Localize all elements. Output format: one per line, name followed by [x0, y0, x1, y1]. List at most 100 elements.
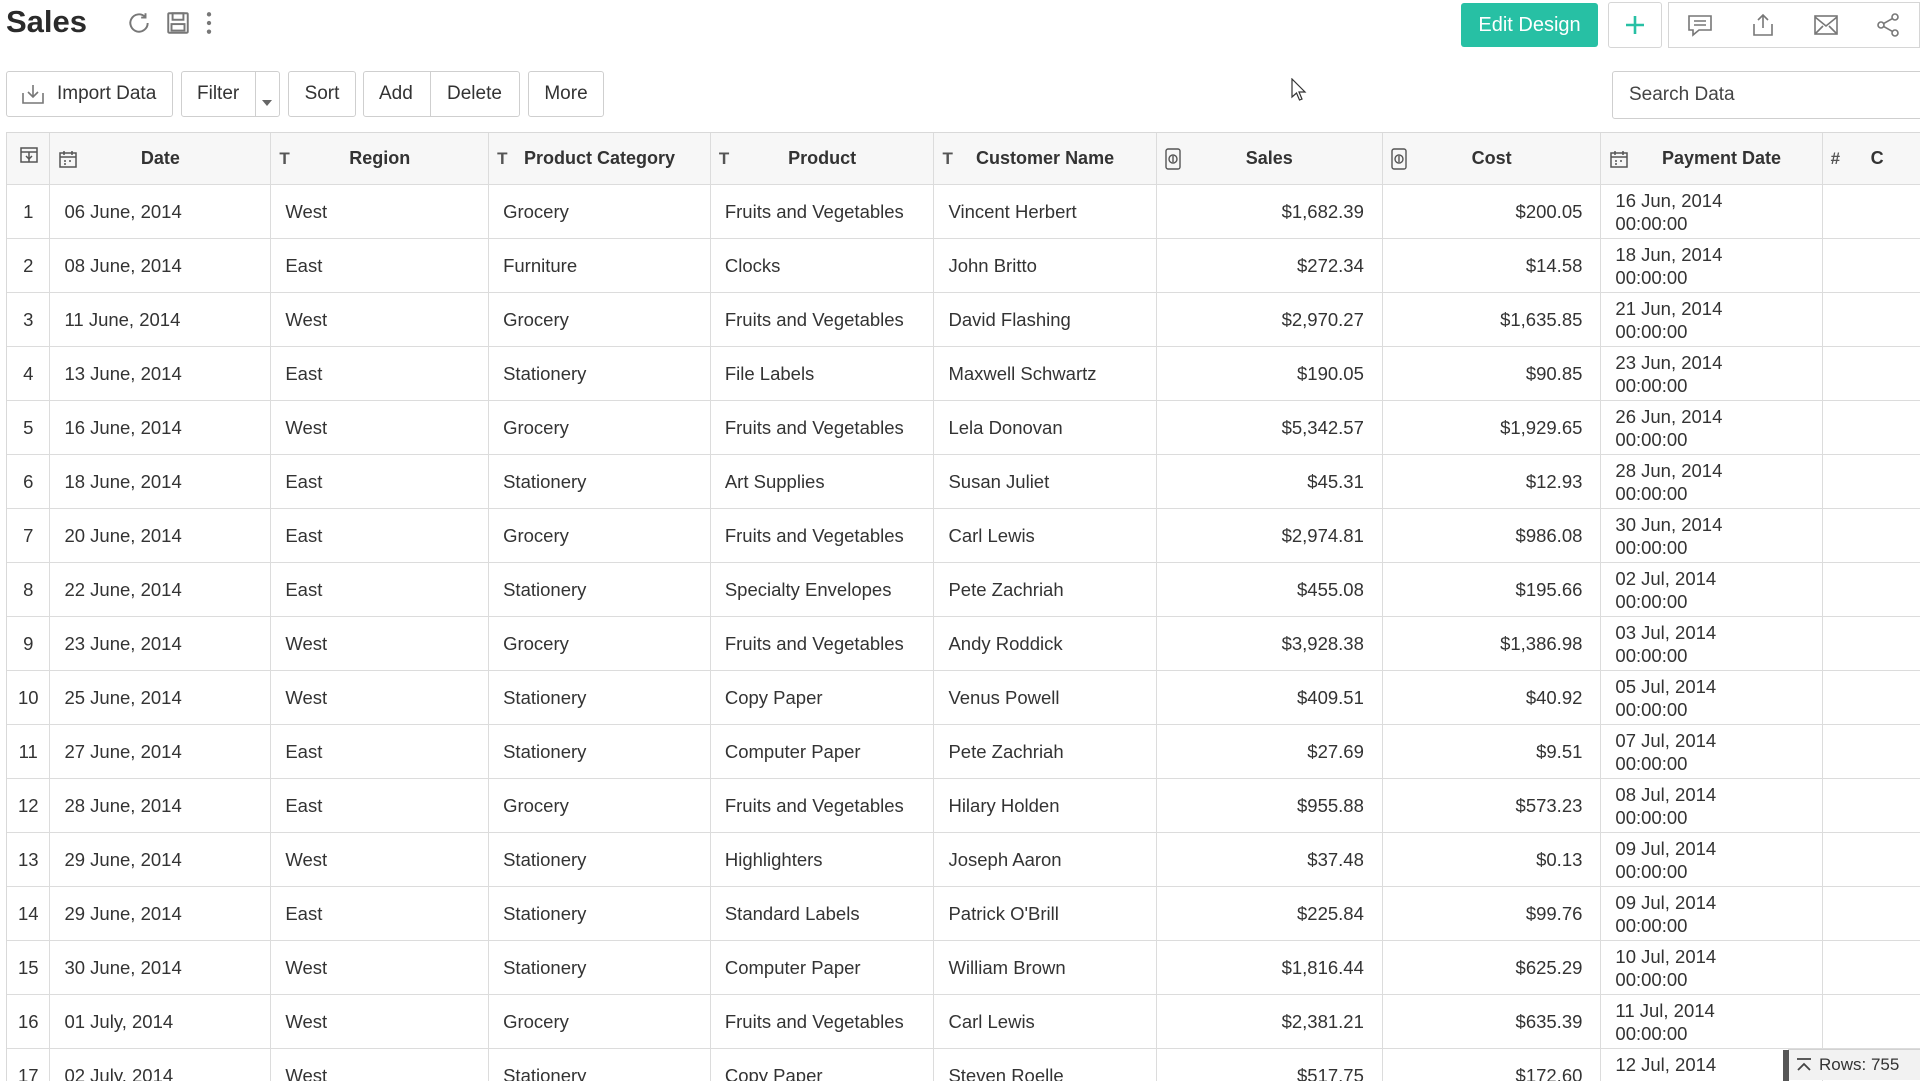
cell-cost[interactable]: $1,929.65	[1382, 401, 1601, 455]
cell-product[interactable]: Copy Paper	[710, 1049, 934, 1081]
table-row[interactable]: 822 June, 2014EastStationerySpecialty En…	[7, 563, 1920, 617]
cell-product-category[interactable]: Grocery	[489, 779, 711, 833]
row-number[interactable]: 2	[7, 239, 50, 293]
column-header-extra[interactable]: # C	[1822, 133, 1920, 185]
cell-product-category[interactable]: Grocery	[489, 617, 711, 671]
cell-extra[interactable]	[1822, 293, 1920, 347]
cell-region[interactable]: East	[271, 239, 489, 293]
cell-region[interactable]: West	[271, 995, 489, 1049]
add-button[interactable]	[1608, 2, 1662, 48]
delete-button[interactable]: Delete	[447, 83, 502, 105]
cell-cost[interactable]: $200.05	[1382, 185, 1601, 239]
row-number[interactable]: 14	[7, 887, 50, 941]
cell-customer-name[interactable]: Vincent Herbert	[934, 185, 1156, 239]
cell-customer-name[interactable]: Pete Zachriah	[934, 563, 1156, 617]
row-number[interactable]: 7	[7, 509, 50, 563]
cell-product[interactable]: Fruits and Vegetables	[710, 995, 934, 1049]
cell-sales[interactable]: $455.08	[1156, 563, 1382, 617]
cell-payment-date[interactable]: 02 Jul, 201400:00:00	[1601, 563, 1822, 617]
cell-date[interactable]: 13 June, 2014	[50, 347, 271, 401]
refresh-icon[interactable]	[124, 8, 154, 38]
cell-sales[interactable]: $225.84	[1156, 887, 1382, 941]
table-row[interactable]: 208 June, 2014EastFurnitureClocksJohn Br…	[7, 239, 1920, 293]
email-button[interactable]	[1794, 2, 1858, 48]
cell-date[interactable]: 22 June, 2014	[50, 563, 271, 617]
cell-cost[interactable]: $99.76	[1382, 887, 1601, 941]
cell-payment-date[interactable]: 21 Jun, 201400:00:00	[1601, 293, 1822, 347]
add-row-button[interactable]: Add	[379, 83, 413, 105]
cell-sales[interactable]: $190.05	[1156, 347, 1382, 401]
cell-product-category[interactable]: Grocery	[489, 509, 711, 563]
row-number[interactable]: 13	[7, 833, 50, 887]
cell-region[interactable]: East	[271, 347, 489, 401]
cell-extra[interactable]	[1822, 455, 1920, 509]
column-header-region[interactable]: T Region	[271, 133, 489, 185]
cell-product-category[interactable]: Stationery	[489, 347, 711, 401]
cell-date[interactable]: 28 June, 2014	[50, 779, 271, 833]
cell-sales[interactable]: $272.34	[1156, 239, 1382, 293]
table-row[interactable]: 1127 June, 2014EastStationeryComputer Pa…	[7, 725, 1920, 779]
cell-product[interactable]: Computer Paper	[710, 941, 934, 995]
cell-sales[interactable]: $2,381.21	[1156, 995, 1382, 1049]
table-row[interactable]: 1530 June, 2014WestStationeryComputer Pa…	[7, 941, 1920, 995]
cell-region[interactable]: East	[271, 725, 489, 779]
cell-date[interactable]: 11 June, 2014	[50, 293, 271, 347]
cell-cost[interactable]: $14.58	[1382, 239, 1601, 293]
cell-date[interactable]: 02 July, 2014	[50, 1049, 271, 1081]
edit-design-button[interactable]: Edit Design	[1461, 3, 1598, 47]
cell-product-category[interactable]: Stationery	[489, 1049, 711, 1081]
table-row[interactable]: 311 June, 2014WestGroceryFruits and Vege…	[7, 293, 1920, 347]
table-row[interactable]: 106 June, 2014WestGroceryFruits and Vege…	[7, 185, 1920, 239]
cell-date[interactable]: 01 July, 2014	[50, 995, 271, 1049]
cell-customer-name[interactable]: Hilary Holden	[934, 779, 1156, 833]
column-header-cost[interactable]: Cost	[1382, 133, 1601, 185]
cell-product[interactable]: Fruits and Vegetables	[710, 401, 934, 455]
cell-cost[interactable]: $573.23	[1382, 779, 1601, 833]
filter-button[interactable]: Filter	[197, 83, 239, 105]
cell-region[interactable]: West	[271, 185, 489, 239]
cell-cost[interactable]: $195.66	[1382, 563, 1601, 617]
cell-cost[interactable]: $40.92	[1382, 671, 1601, 725]
cell-payment-date[interactable]: 07 Jul, 201400:00:00	[1601, 725, 1822, 779]
row-number[interactable]: 3	[7, 293, 50, 347]
sort-button[interactable]: Sort	[288, 71, 356, 117]
cell-date[interactable]: 18 June, 2014	[50, 455, 271, 509]
column-header-payment-date[interactable]: Payment Date	[1601, 133, 1822, 185]
cell-product-category[interactable]: Stationery	[489, 887, 711, 941]
table-row[interactable]: 1601 July, 2014WestGroceryFruits and Veg…	[7, 995, 1920, 1049]
cell-sales[interactable]: $409.51	[1156, 671, 1382, 725]
cell-cost[interactable]: $1,635.85	[1382, 293, 1601, 347]
cell-cost[interactable]: $625.29	[1382, 941, 1601, 995]
cell-product-category[interactable]: Grocery	[489, 293, 711, 347]
cell-product[interactable]: Fruits and Vegetables	[710, 779, 934, 833]
cell-sales[interactable]: $3,928.38	[1156, 617, 1382, 671]
cell-extra[interactable]	[1822, 509, 1920, 563]
cell-product-category[interactable]: Stationery	[489, 941, 711, 995]
table-row[interactable]: 1025 June, 2014WestStationeryCopy PaperV…	[7, 671, 1920, 725]
cell-product-category[interactable]: Furniture	[489, 239, 711, 293]
cell-region[interactable]: West	[271, 617, 489, 671]
cell-cost[interactable]: $1,386.98	[1382, 617, 1601, 671]
cell-payment-date[interactable]: 23 Jun, 201400:00:00	[1601, 347, 1822, 401]
cell-region[interactable]: West	[271, 1049, 489, 1081]
cell-cost[interactable]: $172.60	[1382, 1049, 1601, 1081]
cell-extra[interactable]	[1822, 725, 1920, 779]
column-settings-header[interactable]	[7, 133, 50, 185]
table-row[interactable]: 1429 June, 2014EastStationeryStandard La…	[7, 887, 1920, 941]
cell-region[interactable]: West	[271, 671, 489, 725]
cell-product[interactable]: Fruits and Vegetables	[710, 185, 934, 239]
row-number[interactable]: 5	[7, 401, 50, 455]
cell-extra[interactable]	[1822, 563, 1920, 617]
cell-extra[interactable]	[1822, 671, 1920, 725]
cell-date[interactable]: 29 June, 2014	[50, 833, 271, 887]
export-button[interactable]	[1731, 2, 1795, 48]
cell-region[interactable]: West	[271, 401, 489, 455]
cell-date[interactable]: 08 June, 2014	[50, 239, 271, 293]
cell-product[interactable]: Standard Labels	[710, 887, 934, 941]
row-number[interactable]: 10	[7, 671, 50, 725]
cell-sales[interactable]: $517.75	[1156, 1049, 1382, 1081]
cell-extra[interactable]	[1822, 887, 1920, 941]
cell-product-category[interactable]: Grocery	[489, 995, 711, 1049]
cell-product[interactable]: Highlighters	[710, 833, 934, 887]
table-row[interactable]: 923 June, 2014WestGroceryFruits and Vege…	[7, 617, 1920, 671]
